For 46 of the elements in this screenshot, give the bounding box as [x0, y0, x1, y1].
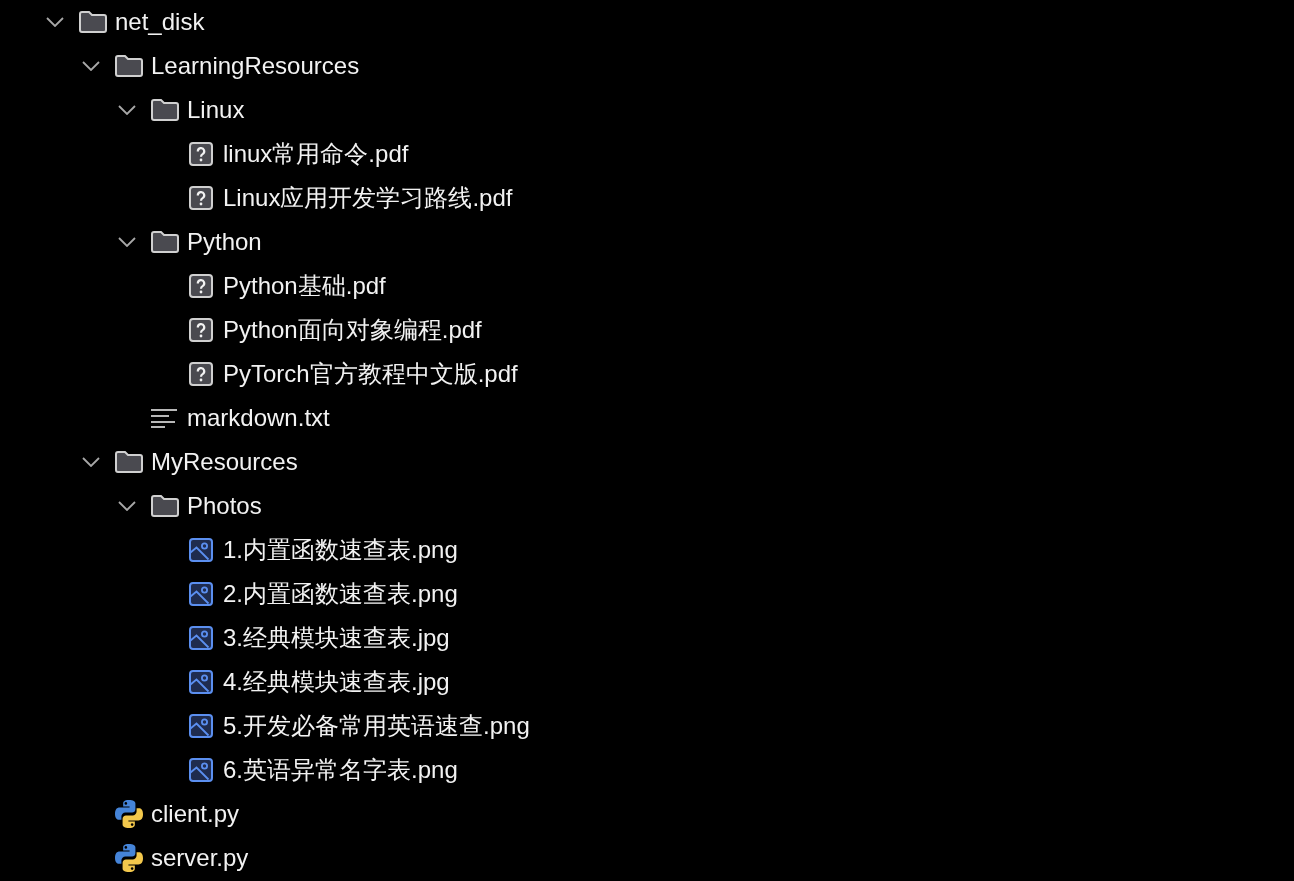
image-file-icon [189, 670, 213, 694]
image-file-icon [189, 758, 213, 782]
file-name[interactable]: 5.开发必备常用英语速查.png [223, 711, 530, 741]
question-mark-file-icon [189, 142, 213, 166]
question-mark-file-icon [189, 318, 213, 342]
python-logo-icon [115, 800, 143, 828]
file-name[interactable]: 3.经典模块速查表.jpg [223, 623, 450, 653]
file-name[interactable]: client.py [151, 799, 240, 829]
question-mark-file-icon [189, 362, 213, 386]
text-lines-icon [151, 408, 177, 428]
question-mark-file-icon [189, 186, 213, 210]
folder-name[interactable]: net_disk [115, 7, 205, 37]
file-name[interactable]: PyTorch官方教程中文版.pdf [223, 359, 518, 389]
chevron-down-icon[interactable] [82, 61, 100, 71]
chevron-down-icon[interactable] [118, 237, 136, 247]
file-name[interactable]: 1.内置函数速查表.png [223, 535, 458, 565]
folder-icon [115, 451, 143, 473]
image-file-icon [189, 714, 213, 738]
file-name[interactable]: server.py [151, 843, 249, 873]
folder-icon [151, 99, 179, 121]
folder-icon [115, 55, 143, 77]
file-name[interactable]: 6.英语异常名字表.png [223, 755, 458, 785]
image-file-icon [189, 538, 213, 562]
chevron-down-icon[interactable] [82, 457, 100, 467]
file-name[interactable]: Linux应用开发学习路线.pdf [223, 183, 513, 213]
folder-icon [151, 495, 179, 517]
file-name[interactable]: 2.内置函数速查表.png [223, 579, 458, 609]
image-file-icon [189, 626, 213, 650]
image-file-icon [189, 582, 213, 606]
question-mark-file-icon [189, 274, 213, 298]
folder-icon [151, 231, 179, 253]
file-name[interactable]: Python面向对象编程.pdf [223, 315, 482, 345]
file-name[interactable]: 4.经典模块速查表.jpg [223, 667, 450, 697]
folder-name[interactable]: Python [187, 227, 262, 257]
folder-icon [79, 11, 107, 33]
file-name[interactable]: Python基础.pdf [223, 271, 386, 301]
python-logo-icon [115, 844, 143, 872]
chevron-down-icon[interactable] [118, 105, 136, 115]
folder-name[interactable]: Photos [187, 491, 262, 521]
chevron-down-icon[interactable] [118, 501, 136, 511]
chevron-down-icon[interactable] [46, 17, 64, 27]
folder-name[interactable]: LearningResources [151, 51, 360, 81]
file-name[interactable]: markdown.txt [187, 403, 330, 433]
folder-name[interactable]: MyResources [151, 447, 298, 477]
file-name[interactable]: linux常用命令.pdf [223, 139, 409, 169]
folder-name[interactable]: Linux [187, 95, 245, 125]
